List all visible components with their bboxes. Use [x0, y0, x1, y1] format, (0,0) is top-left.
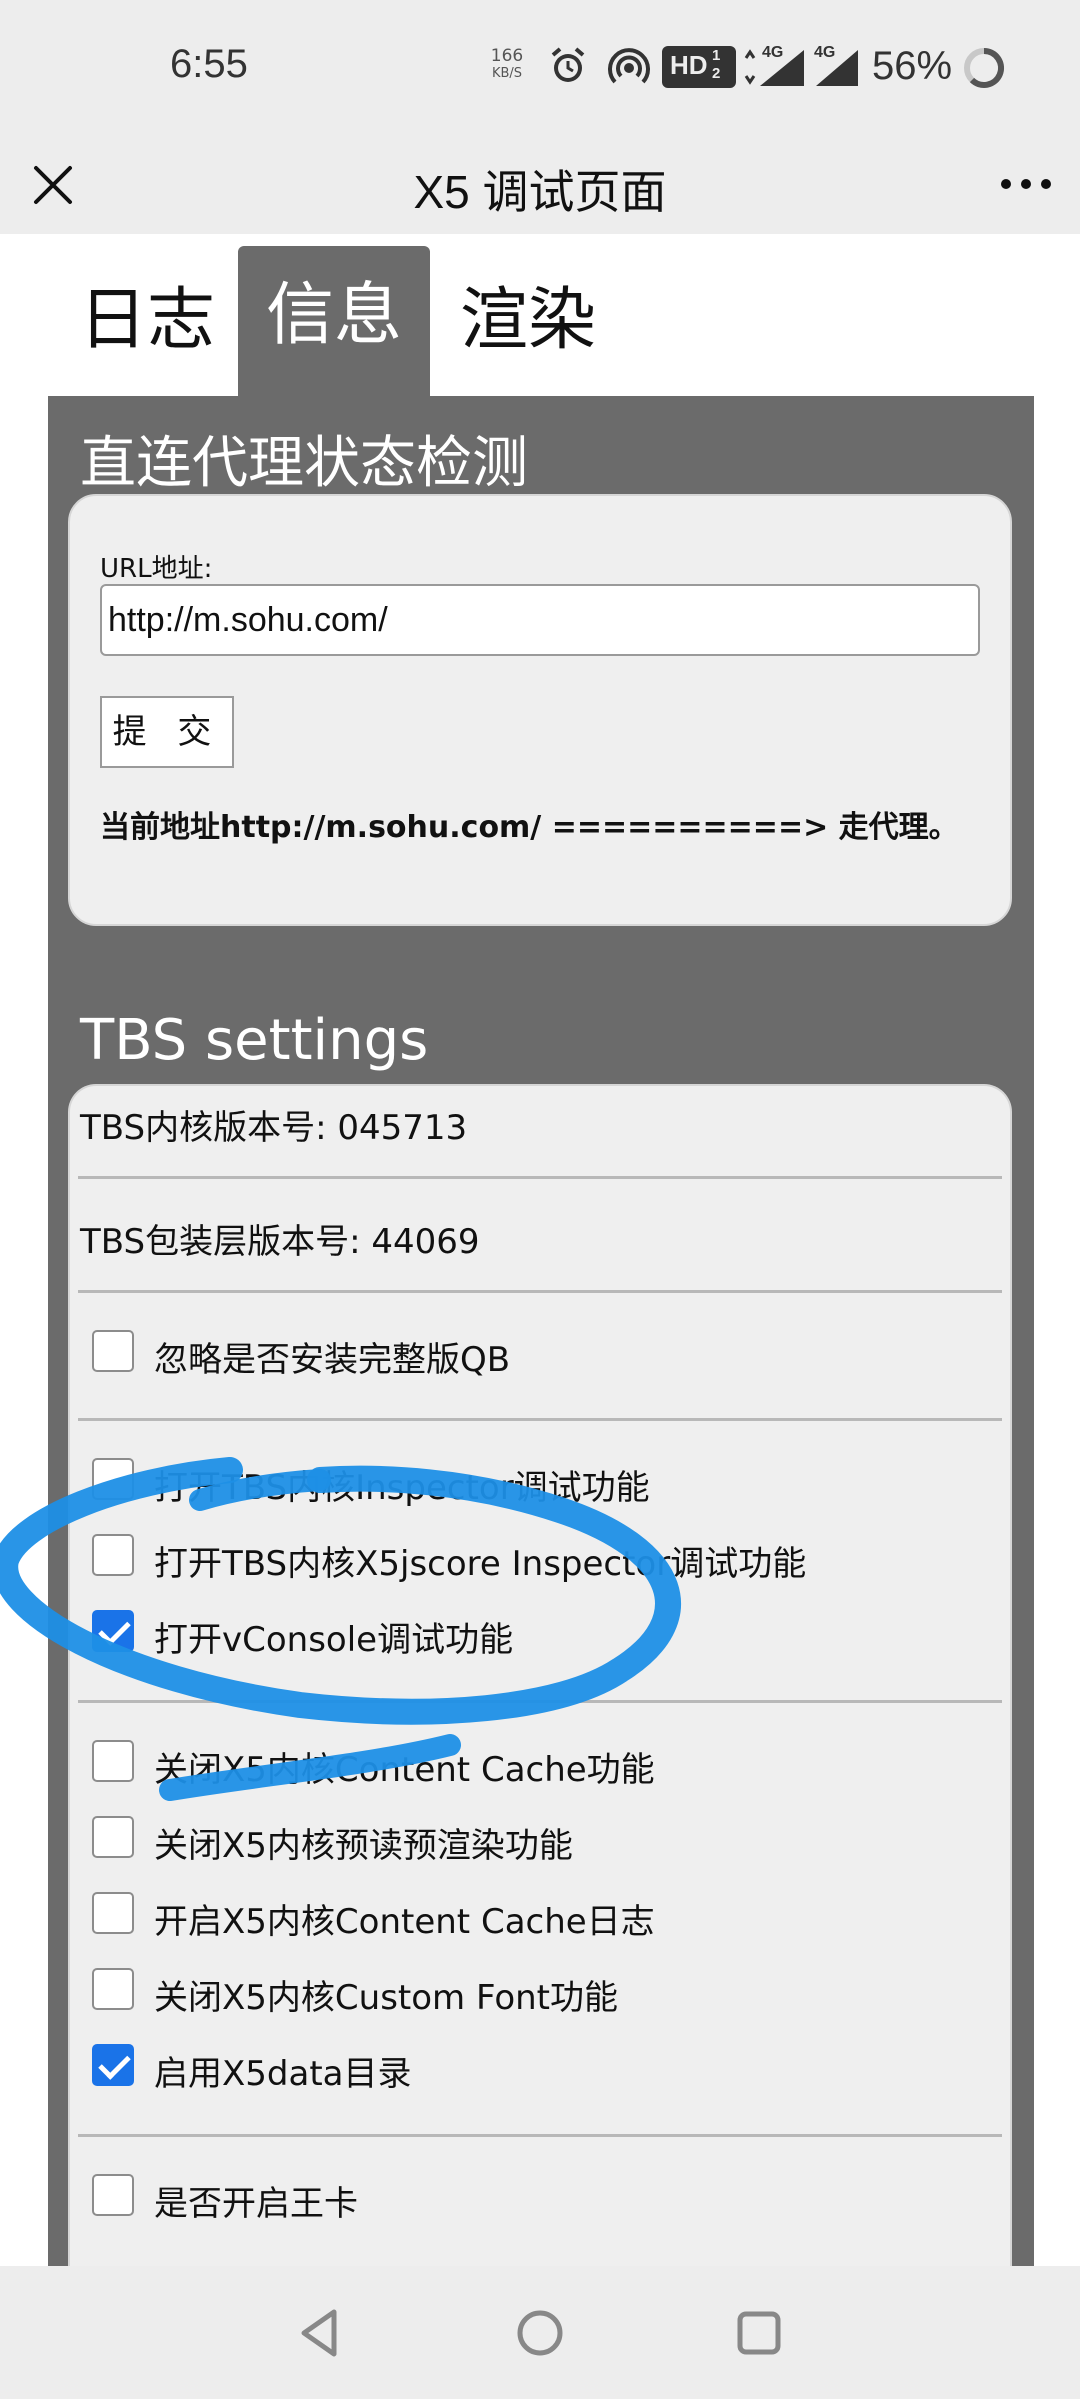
recents-icon[interactable] [726, 2300, 792, 2366]
option-label: 关闭X5内核Content Cache功能 [154, 1750, 655, 1790]
checkbox-checked[interactable] [92, 1610, 134, 1652]
option-label: 关闭X5内核Custom Font功能 [154, 1978, 619, 2018]
option-label: 打开TBS内核X5jscore Inspector调试功能 [154, 1544, 807, 1584]
checkbox[interactable] [92, 1968, 134, 2010]
battery-ring-icon [964, 47, 1005, 88]
divider [78, 1700, 1002, 1703]
option-label: 打开vConsole调试功能 [154, 1620, 514, 1660]
url-input[interactable] [100, 584, 980, 656]
navigation-bar [0, 2266, 1080, 2399]
tbs-section-title: TBS settings [80, 1008, 429, 1073]
url-label: URL地址: [100, 554, 213, 584]
battery-percent: 56% [872, 44, 953, 88]
option-label: 是否开启王卡 [154, 2184, 358, 2224]
checkbox[interactable] [92, 1816, 134, 1858]
network-speed: 166 KB/S [490, 46, 524, 82]
checkbox-checked[interactable] [92, 2044, 134, 2086]
checkbox[interactable] [92, 1892, 134, 1934]
hotspot-icon [608, 48, 650, 84]
checkbox[interactable] [92, 1740, 134, 1782]
proxy-card: URL地址: 提 交 当前地址http://m.sohu.com/ ======… [68, 494, 1012, 926]
checkbox[interactable] [92, 1330, 134, 1372]
tbs-core-version: TBS内核版本号: 045713 [80, 1108, 468, 1148]
divider [78, 1418, 1002, 1421]
option-label: 忽略是否安装完整版QB [154, 1340, 511, 1380]
option-label: 启用X5data目录 [154, 2054, 412, 2094]
tab-render[interactable]: 渲染 [448, 246, 608, 396]
status-bar: 6:55 166 KB/S HD 12 4G 4G 56% [0, 0, 1080, 134]
divider [78, 2134, 1002, 2137]
checkbox[interactable] [92, 2174, 134, 2216]
page-title: X5 调试页面 [413, 166, 667, 218]
tbs-sdk-version: TBS包装层版本号: 44069 [80, 1222, 480, 1262]
more-icon[interactable] [996, 164, 1056, 204]
alarm-icon [551, 47, 585, 82]
divider [78, 1290, 1002, 1293]
back-icon[interactable] [288, 2300, 354, 2366]
option-label: 关闭X5内核预读预渲染功能 [154, 1826, 573, 1866]
tab-log[interactable]: 日志 [72, 246, 222, 396]
tab-info[interactable]: 信息 [238, 246, 430, 396]
proxy-section-title: 直连代理状态检测 [80, 431, 528, 496]
home-icon[interactable] [507, 2300, 573, 2366]
option-label: 开启X5内核Content Cache日志 [154, 1902, 655, 1942]
info-panel: 直连代理状态检测 URL地址: 提 交 当前地址http://m.sohu.co… [48, 396, 1034, 2324]
submit-button[interactable]: 提 交 [100, 696, 234, 768]
title-bar: X5 调试页面 [0, 134, 1080, 234]
status-time: 6:55 [170, 42, 248, 86]
tbs-settings-card: TBS内核版本号: 045713 TBS包装层版本号: 44069 忽略是否安装… [68, 1084, 1012, 2324]
checkbox[interactable] [92, 1534, 134, 1576]
checkbox[interactable] [92, 1458, 134, 1500]
divider [78, 1176, 1002, 1179]
hd-icon: HD 12 [662, 46, 736, 88]
proxy-status-text: 当前地址http://m.sohu.com/ ==========> 走代理。 [100, 810, 959, 845]
option-label: 打开TBS内核Inspector调试功能 [154, 1468, 650, 1508]
